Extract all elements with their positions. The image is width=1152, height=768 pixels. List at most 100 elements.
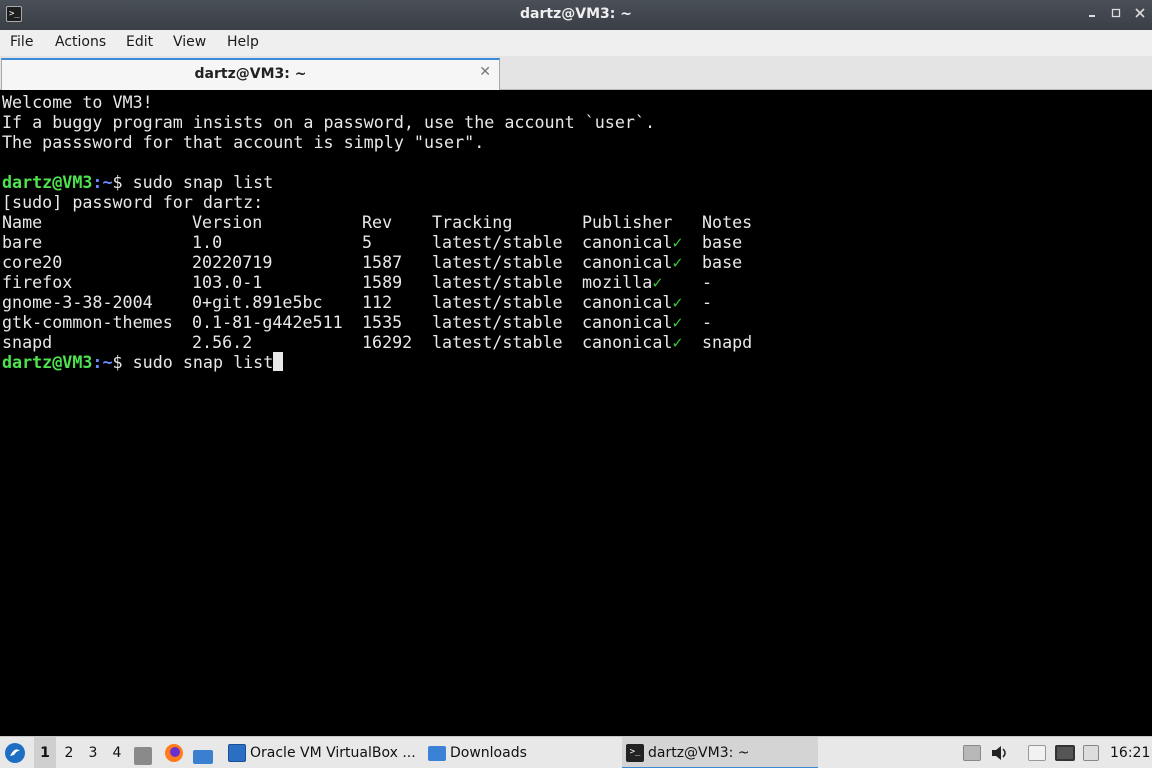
prompt-path: :~ (92, 172, 113, 192)
text-cursor (273, 352, 284, 371)
command-input[interactable]: sudo snap list (133, 352, 274, 372)
folder-icon (428, 745, 446, 761)
menu-edit[interactable]: Edit (126, 34, 153, 50)
prompt-symbol: $ (112, 352, 133, 372)
tray-expand-icon[interactable] (963, 745, 981, 761)
header-name: Name (2, 212, 43, 232)
table-row: firefox 103.0-1 1589 latest/stable mozilla✓ - (2, 272, 1152, 292)
verified-check-icon: ✓ (672, 292, 683, 312)
row-name: gnome-3-38-2004 (2, 292, 153, 312)
table-header: Name Version Rev Tracking Publisher Notes (2, 212, 1152, 232)
close-icon (1135, 8, 1145, 18)
workspace-4[interactable]: 4 (106, 737, 128, 768)
terminal-icon: >_ (626, 744, 644, 762)
task-virtualbox[interactable]: Oracle VM VirtualBox ... (224, 737, 420, 768)
publisher-name: canonical (582, 232, 673, 252)
verified-check-icon: ✓ (672, 312, 683, 332)
publisher-name: canonical (582, 252, 673, 272)
row-notes: base (702, 232, 743, 252)
minimize-icon (1089, 15, 1095, 17)
task-label: Oracle VM VirtualBox ... (250, 745, 416, 761)
row-publisher: canonical✓ (582, 312, 702, 332)
motd-line: Welcome to VM3! (2, 92, 153, 112)
workspace-1[interactable]: 1 (34, 737, 56, 768)
row-notes: - (702, 292, 713, 312)
tab-label: dartz@VM3: ~ (194, 66, 307, 82)
header-tracking: Tracking (432, 212, 513, 232)
header-notes: Notes (702, 212, 753, 232)
menu-help[interactable]: Help (227, 34, 259, 50)
terminal-output[interactable]: Welcome to VM3! If a buggy program insist… (0, 91, 1152, 735)
verified-check-icon: ✓ (672, 252, 683, 272)
row-name: gtk-common-themes (2, 312, 173, 332)
desktop-launcher[interactable] (193, 737, 215, 768)
workspace-2[interactable]: 2 (58, 737, 80, 768)
power-icon[interactable] (1083, 745, 1099, 761)
close-button[interactable] (1130, 5, 1150, 25)
file-manager-launcher[interactable] (134, 737, 154, 768)
workspace-3[interactable]: 3 (82, 737, 104, 768)
clock[interactable]: 16:21 (1110, 737, 1150, 768)
publisher-name: canonical (582, 312, 673, 332)
network-icon[interactable] (1055, 745, 1075, 761)
speaker-icon (992, 746, 1006, 760)
maximize-button[interactable] (1106, 5, 1126, 25)
menu-file[interactable]: File (10, 34, 33, 50)
row-version: 20220719 (192, 252, 273, 272)
row-tracking: latest/stable (432, 232, 563, 252)
row-version: 1.0 (192, 232, 223, 252)
command-text: sudo snap list (132, 172, 274, 192)
row-tracking: latest/stable (432, 272, 563, 292)
row-tracking: latest/stable (432, 312, 563, 332)
firefox-launcher[interactable] (164, 737, 186, 768)
maximize-icon (1111, 8, 1121, 18)
row-publisher: canonical✓ (582, 292, 702, 312)
header-rev: Rev (362, 212, 393, 232)
header-publisher: Publisher (582, 212, 673, 232)
row-notes: base (702, 252, 743, 272)
virtualbox-icon (228, 744, 246, 762)
tab-terminal[interactable]: dartz@VM3: ~ ✕ (1, 58, 500, 90)
start-menu-button[interactable] (4, 737, 28, 768)
clipboard-icon[interactable] (1028, 745, 1046, 761)
publisher-name: canonical (582, 332, 673, 352)
prompt-line[interactable]: dartz@VM3:~$ sudo snap list (2, 352, 1152, 372)
table-row: gnome-3-38-2004 0+git.891e5bc 112 latest/st… (2, 292, 1152, 312)
row-tracking: latest/stable (432, 332, 563, 352)
verified-check-icon: ✓ (652, 272, 663, 292)
menu-actions[interactable]: Actions (55, 34, 106, 50)
prompt-user: dartz@VM3 (2, 352, 93, 372)
row-notes: snapd (702, 332, 753, 352)
motd-line: The passsword for that account is simply… (2, 132, 485, 152)
prompt-line: dartz@VM3:~$ sudo snap list (2, 172, 1152, 192)
prompt-user: dartz@VM3 (2, 172, 93, 192)
task-label: Downloads (450, 745, 527, 761)
motd-line: If a buggy program insists on a password… (2, 112, 656, 132)
sudo-prompt: [sudo] password for dartz: (2, 192, 264, 212)
volume-icon[interactable] (990, 745, 1010, 761)
table-row: gtk-common-themes 0.1-81-g442e511 1535 late… (2, 312, 1152, 332)
prompt-path: :~ (92, 352, 113, 372)
publisher-name: mozilla (582, 272, 653, 292)
taskbar: 1 2 3 4 Oracle VM VirtualBox ... Downloa… (0, 736, 1152, 768)
task-terminal[interactable]: >_ dartz@VM3: ~ (622, 737, 818, 768)
row-rev: 112 (362, 292, 393, 312)
window-title: dartz@VM3: ~ (520, 6, 632, 22)
lubuntu-logo-icon (5, 743, 25, 763)
tab-close-icon[interactable]: ✕ (479, 64, 491, 80)
header-version: Version (192, 212, 263, 232)
row-publisher: canonical✓ (582, 332, 702, 352)
row-tracking: latest/stable (432, 252, 563, 272)
minimize-button[interactable] (1082, 5, 1102, 25)
row-notes: - (702, 312, 713, 332)
verified-check-icon: ✓ (672, 332, 683, 352)
row-name: snapd (2, 332, 53, 352)
menu-view[interactable]: View (173, 34, 206, 50)
row-version: 103.0-1 (192, 272, 263, 292)
row-rev: 1587 (362, 252, 403, 272)
show-desktop-icon (193, 750, 213, 764)
task-downloads[interactable]: Downloads (424, 737, 620, 768)
prompt-symbol: $ (112, 172, 133, 192)
window-titlebar[interactable]: >_ dartz@VM3: ~ (0, 0, 1152, 30)
